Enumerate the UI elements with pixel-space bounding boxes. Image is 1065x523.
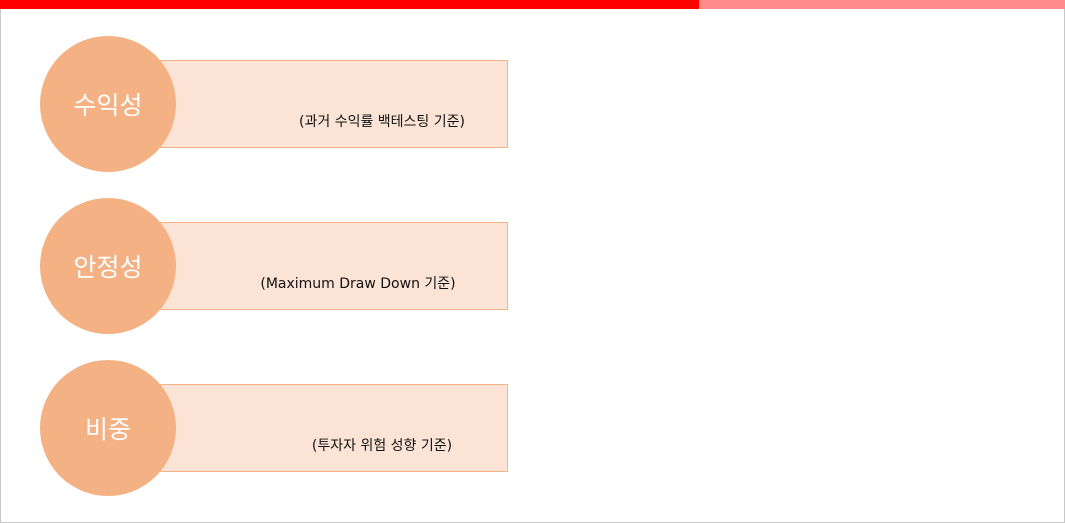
item-description: (투자자 위험 성향 기준): [311, 438, 453, 454]
top-accent-bar-dark: [0, 0, 699, 9]
item-label: 비중: [84, 415, 131, 444]
item-circle-stability: 안정성: [40, 198, 176, 334]
item-card-profitability: (과거 수익률 백테스팅 기준): [156, 60, 508, 148]
item-card-stability: (Maximum Draw Down 기준): [156, 222, 508, 310]
item-circle-weight: 비중: [40, 360, 176, 496]
item-card-weight: (투자자 위험 성향 기준): [156, 384, 508, 472]
item-label: 수익성: [73, 91, 143, 120]
item-description: (과거 수익률 백테스팅 기준): [299, 114, 465, 130]
item-circle-profitability: 수익성: [40, 36, 176, 172]
top-accent-bar-light: [699, 0, 1065, 9]
item-description: (Maximum Draw Down 기준): [260, 276, 456, 292]
item-label: 안정성: [73, 253, 143, 282]
